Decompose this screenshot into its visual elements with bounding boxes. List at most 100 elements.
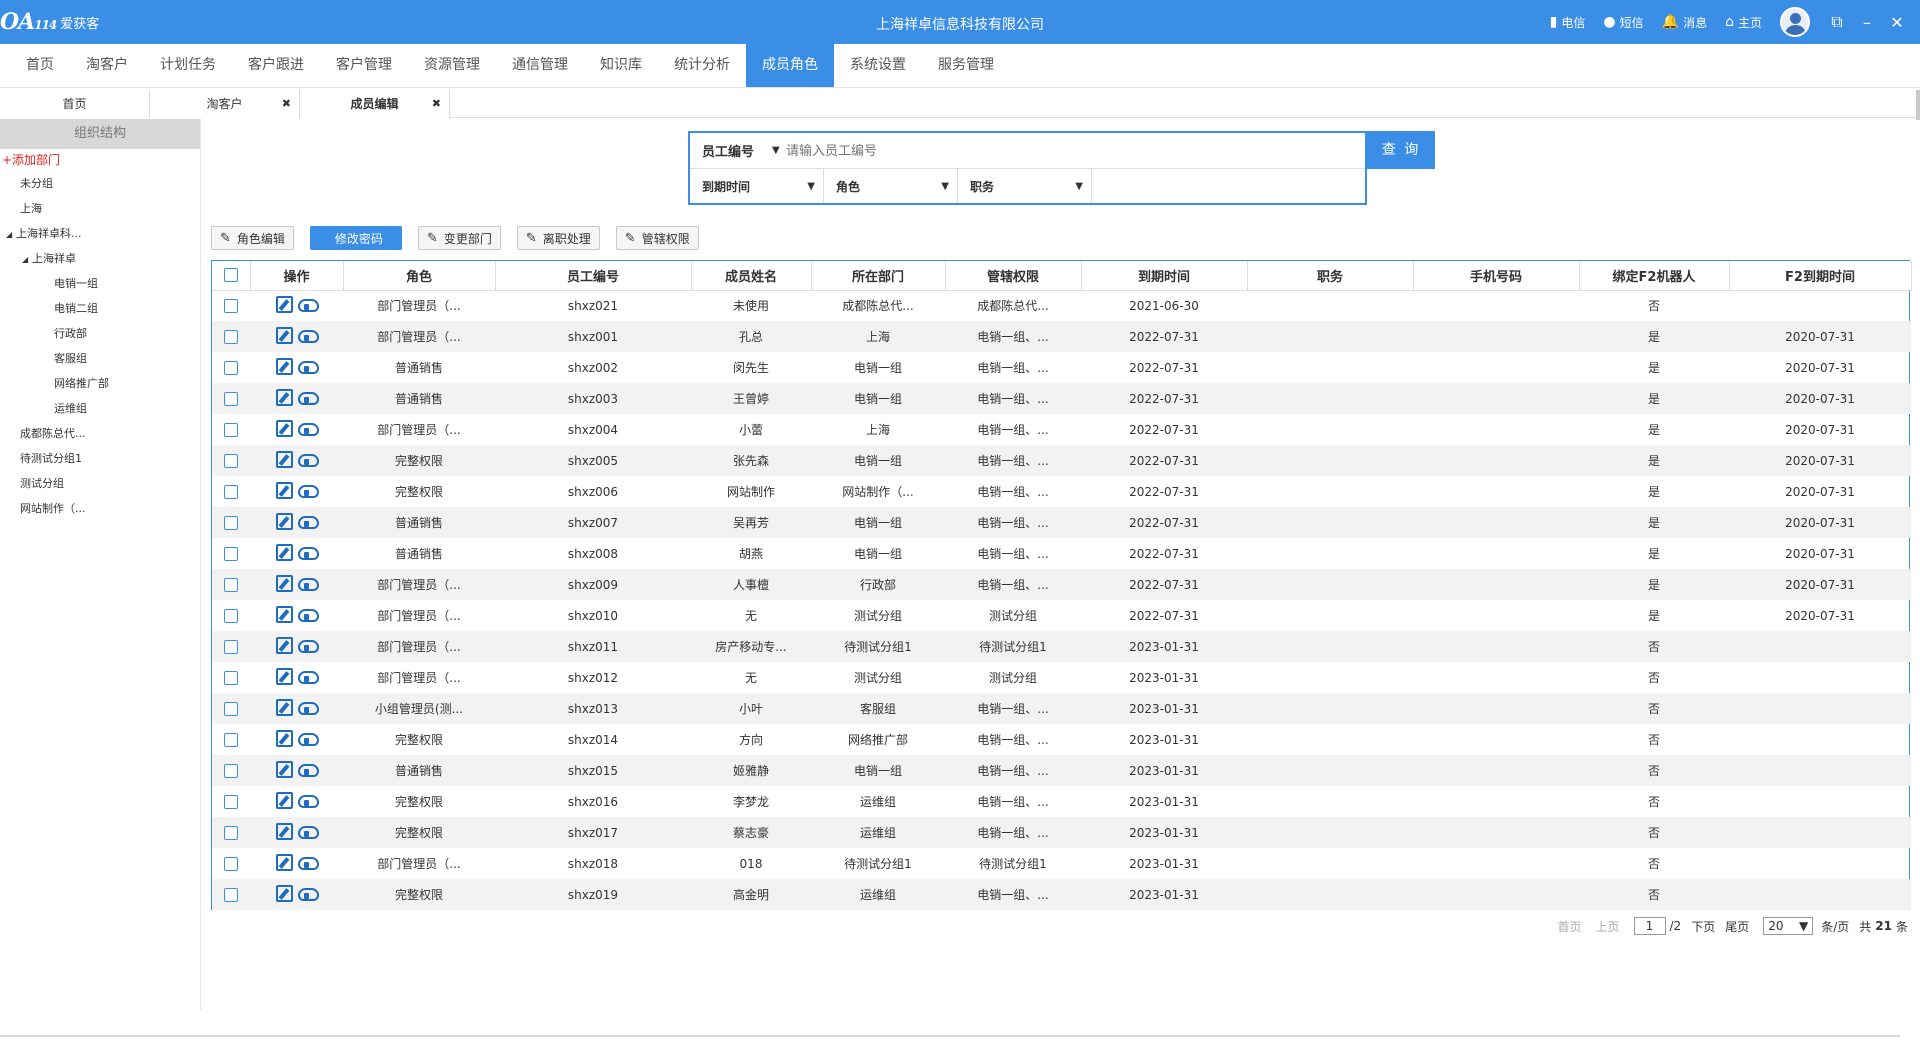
tree-node[interactable]: 行政部 [0,321,200,346]
cloud-lock-icon[interactable] [297,358,319,374]
edit-icon[interactable] [276,295,293,313]
pager-last[interactable]: 尾页 [1725,918,1749,935]
row-checkbox[interactable] [224,887,238,902]
cloud-lock-icon[interactable] [297,296,319,313]
edit-icon[interactable] [276,667,293,685]
edit-icon[interactable] [276,326,293,344]
filter-select[interactable]: 职务 ▼ [958,169,1092,203]
pager-prev[interactable]: 上页 [1595,918,1619,935]
query-button[interactable]: 查 询 [1367,131,1435,169]
nav-item[interactable]: 系统设置 [834,43,922,87]
toolbar-button[interactable]: 修改密码 [309,226,402,250]
cloud-lock-icon[interactable] [297,544,319,560]
titlebar-item[interactable]: 🔔 消息 [1662,14,1707,31]
caret-down-icon[interactable]: ▼ [772,145,786,156]
cloud-lock-icon[interactable] [297,854,319,870]
restore-icon[interactable]: ⧉ [1822,12,1852,32]
edit-icon[interactable] [276,791,293,809]
row-checkbox[interactable] [224,670,238,685]
filter-select[interactable]: 到期时间 ▼ [690,169,824,203]
cloud-lock-icon[interactable] [297,420,319,436]
edit-icon[interactable] [276,729,293,747]
titlebar-item[interactable]: ● 短信 [1603,14,1643,31]
edit-icon[interactable] [276,822,293,840]
titlebar-item[interactable]: ▮ 电信 [1550,14,1586,31]
row-checkbox[interactable] [224,329,238,344]
cloud-lock-icon[interactable] [297,637,319,653]
toolbar-button[interactable]: ✎ 管辖权限 [615,226,699,250]
page-tab[interactable]: 成员编辑 ✖ [300,90,450,118]
tree-node[interactable]: 未分组 [0,171,200,196]
tree-node[interactable]: 电销二组 [0,296,200,321]
cloud-lock-icon[interactable] [297,761,319,777]
nav-item[interactable]: 成员角色 [746,43,834,87]
row-checkbox[interactable] [224,577,238,592]
user-avatar[interactable] [1780,7,1810,37]
select-all-checkbox[interactable] [223,268,238,283]
cloud-lock-icon[interactable] [297,668,319,684]
nav-item[interactable]: 淘客户 [70,43,144,87]
row-checkbox[interactable] [224,515,238,530]
nav-item[interactable]: 资源管理 [408,43,496,87]
tree-node[interactable]: 成都陈总代... [0,421,200,446]
pager-first[interactable]: 首页 [1557,918,1581,935]
nav-item[interactable]: 首页 [10,43,70,87]
nav-item[interactable]: 计划任务 [144,43,232,87]
expand-icon[interactable]: ◢ [22,247,32,272]
toolbar-button[interactable]: ✎ 离职处理 [516,226,600,250]
edit-icon[interactable] [276,357,293,375]
tree-node[interactable]: 测试分组 [0,471,200,496]
edit-icon[interactable] [276,450,293,468]
cloud-lock-icon[interactable] [297,699,319,715]
filter-select[interactable]: 角色 ▼ [824,169,958,203]
page-size-select[interactable]: 20 ▼ [1763,917,1814,935]
nav-item[interactable]: 客户管理 [320,43,408,87]
tree-node[interactable]: ◢ 上海祥卓科... [0,221,200,246]
close-icon[interactable]: ✖ [282,90,291,118]
row-checkbox[interactable] [224,546,238,561]
pager-next[interactable]: 下页 [1691,918,1715,935]
nav-item[interactable]: 知识库 [584,43,658,87]
row-checkbox[interactable] [224,608,238,623]
cloud-lock-icon[interactable] [297,885,319,901]
tree-node[interactable]: 电销一组 [0,271,200,296]
titlebar-item[interactable]: ⌂ 主页 [1725,14,1762,31]
tree-node[interactable]: ◢ 上海祥卓 [0,246,200,271]
toolbar-button[interactable]: ✎ 变更部门 [417,226,501,250]
cloud-lock-icon[interactable] [297,606,319,622]
edit-icon[interactable] [276,884,293,902]
row-checkbox[interactable] [224,794,238,809]
row-checkbox[interactable] [224,825,238,840]
search-field-select[interactable]: 员工编号 [702,141,772,160]
tree-node[interactable]: 运维组 [0,396,200,421]
edit-icon[interactable] [276,760,293,778]
column-header[interactable] [212,261,251,291]
tabs-scrollbar[interactable] [1916,90,1920,120]
close-icon[interactable]: ✕ [1882,13,1912,32]
row-checkbox[interactable] [224,701,238,716]
row-checkbox[interactable] [224,856,238,871]
edit-icon[interactable] [276,481,293,499]
cloud-lock-icon[interactable] [297,792,319,808]
edit-icon[interactable] [276,574,293,592]
tree-node[interactable]: 网站制作（... [0,496,200,521]
row-checkbox[interactable] [224,360,238,375]
edit-icon[interactable] [276,388,293,406]
toolbar-button[interactable]: ✎ 角色编辑 [211,226,294,250]
pager-current-input[interactable]: 1 [1633,917,1666,935]
nav-item[interactable]: 统计分析 [658,43,746,87]
cloud-lock-icon[interactable] [297,389,319,405]
page-tab[interactable]: 首页 [0,90,150,118]
tree-node[interactable]: 待测试分组1 [0,446,200,471]
row-checkbox[interactable] [224,484,238,499]
row-checkbox[interactable] [224,639,238,654]
row-checkbox[interactable] [224,391,238,406]
edit-icon[interactable] [276,543,293,561]
tree-node[interactable]: 网络推广部 [0,371,200,396]
tree-node[interactable]: 客服组 [0,346,200,371]
employee-id-input[interactable] [786,135,1226,166]
cloud-lock-icon[interactable] [297,482,319,498]
cloud-lock-icon[interactable] [297,513,319,529]
cloud-lock-icon[interactable] [297,327,319,343]
row-checkbox[interactable] [224,422,238,437]
